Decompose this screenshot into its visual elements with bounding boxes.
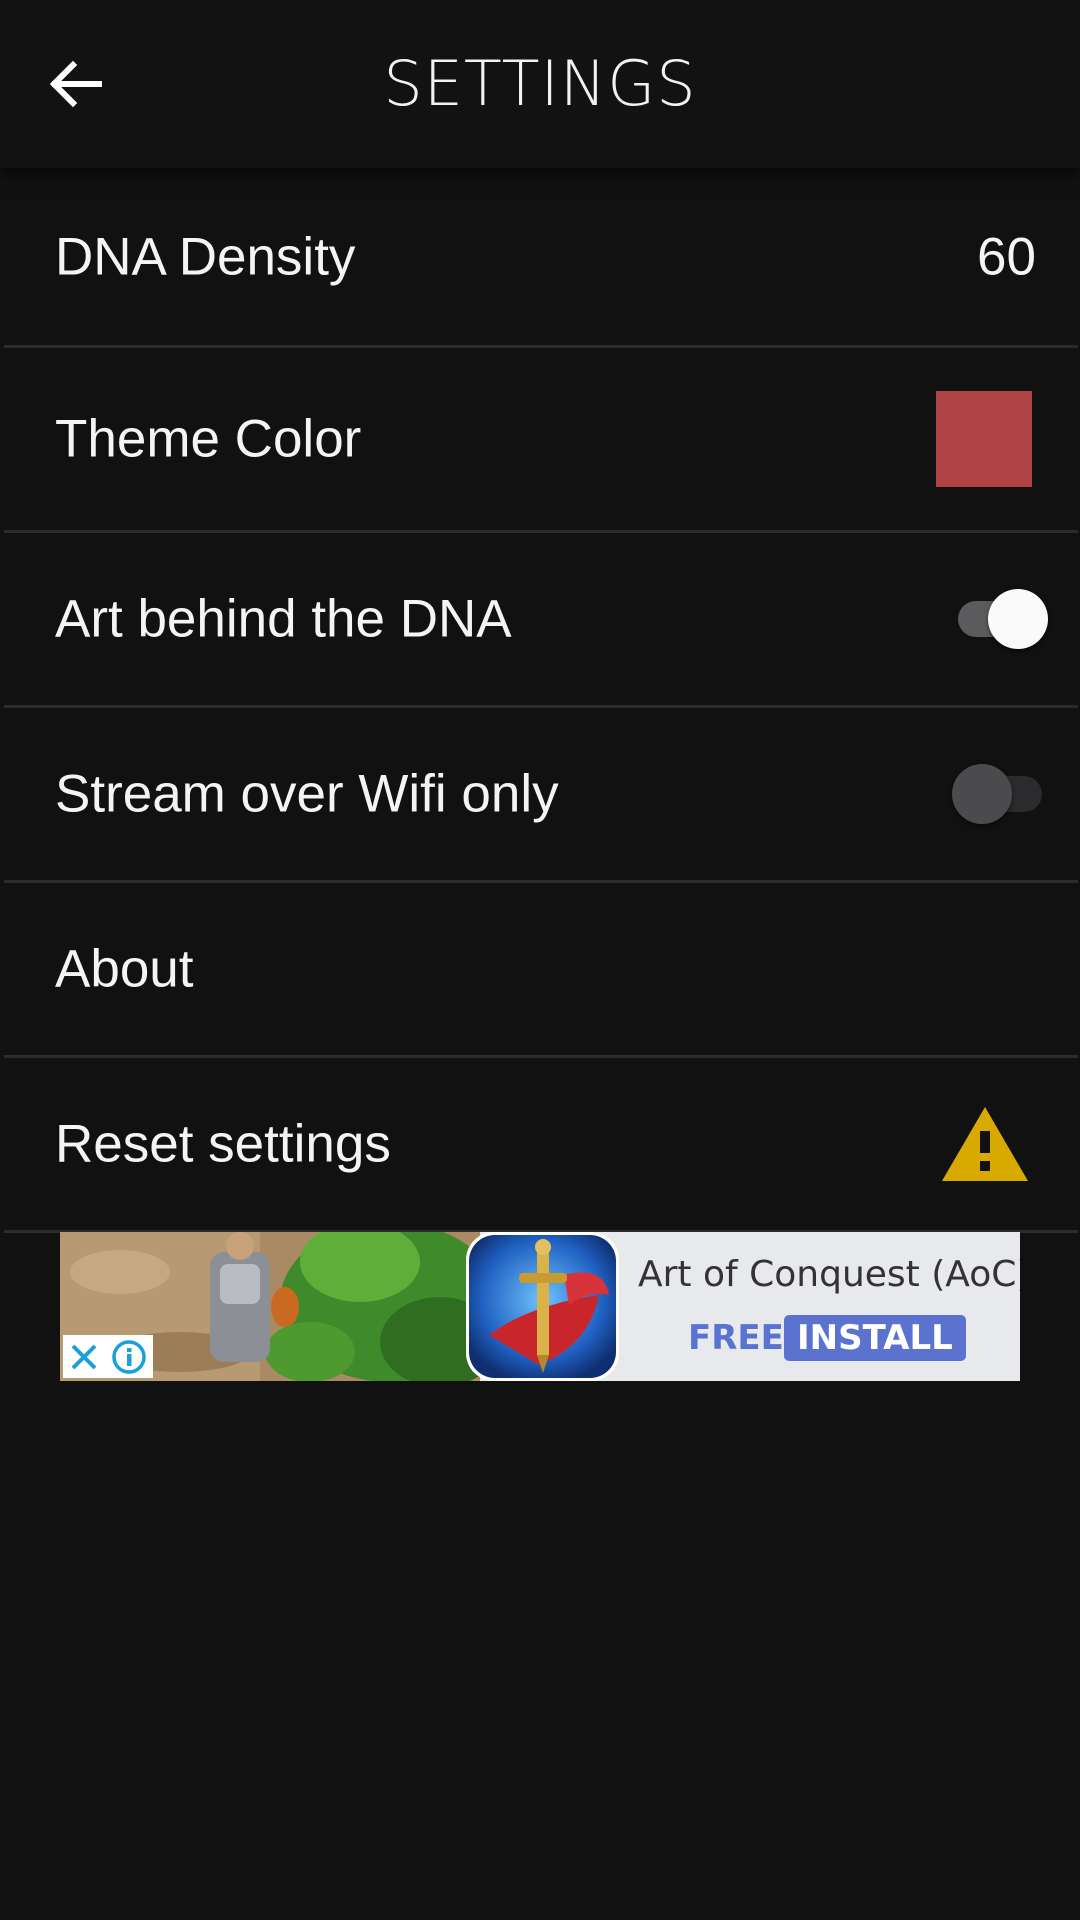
stream-wifi-only-toggle[interactable]: [952, 762, 1048, 826]
theme-color-swatch[interactable]: [936, 391, 1032, 487]
settings-list: DNA Density 60 Theme Color Art behind th…: [0, 168, 1080, 1233]
close-icon[interactable]: [69, 1342, 99, 1372]
warning-icon: [942, 1107, 1028, 1181]
ad-choices[interactable]: [63, 1335, 153, 1378]
toggle-thumb: [988, 589, 1048, 649]
back-button[interactable]: [30, 44, 120, 124]
setting-theme-color[interactable]: Theme Color: [4, 348, 1078, 533]
setting-about[interactable]: About: [4, 883, 1078, 1058]
setting-art-behind-dna[interactable]: Art behind the DNA: [4, 533, 1078, 708]
page-title: SETTINGS: [383, 47, 697, 120]
ad-app-icon[interactable]: [466, 1232, 619, 1381]
setting-stream-wifi-only[interactable]: Stream over Wifi only: [4, 708, 1078, 883]
setting-label: About: [55, 939, 194, 999]
ad-banner[interactable]: Art of Conquest (AoC) FREE INSTALL: [60, 1232, 1020, 1381]
app-bar: SETTINGS: [0, 0, 1080, 168]
sword-icon: [469, 1235, 616, 1378]
setting-label: Stream over Wifi only: [55, 764, 559, 824]
info-icon[interactable]: [111, 1339, 147, 1375]
setting-label: Reset settings: [55, 1114, 391, 1174]
ad-title: Art of Conquest (AoC): [638, 1254, 1020, 1295]
toggle-thumb: [952, 764, 1012, 824]
ad-free-label: FREE: [688, 1318, 784, 1358]
art-behind-dna-toggle[interactable]: [952, 587, 1048, 651]
setting-label: DNA Density: [55, 227, 356, 286]
setting-label: Theme Color: [55, 409, 362, 469]
setting-reset[interactable]: Reset settings: [4, 1058, 1078, 1233]
ad-install-button[interactable]: INSTALL: [784, 1315, 966, 1361]
setting-dna-density[interactable]: DNA Density 60: [4, 168, 1078, 348]
dna-density-value: 60: [977, 227, 1036, 286]
arrow-left-icon: [49, 60, 102, 108]
setting-label: Art behind the DNA: [55, 589, 512, 649]
